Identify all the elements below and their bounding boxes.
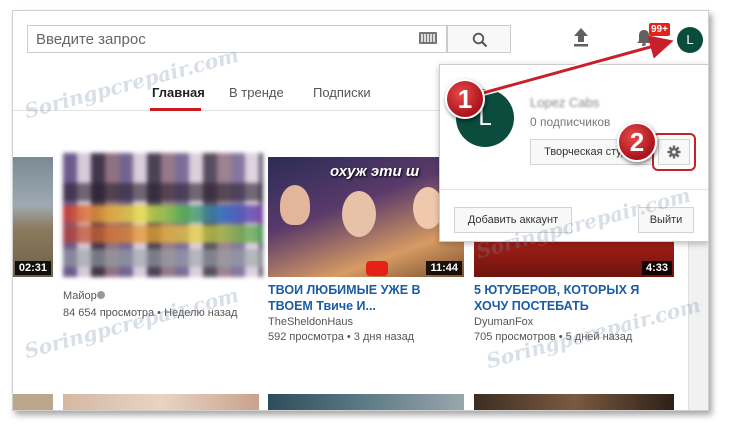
callout-arrow [482, 35, 674, 96]
video-channel[interactable]: DyumanFox [474, 316, 533, 328]
verified-icon [97, 291, 105, 299]
video-thumbnail[interactable] [63, 394, 259, 410]
video-thumbnail[interactable] [474, 394, 674, 410]
video-channel[interactable]: Майор [63, 290, 97, 302]
video-duration: 02:31 [14, 261, 51, 275]
video-thumbnail[interactable] [13, 394, 53, 410]
video-duration: 4:33 [641, 261, 672, 275]
video-channel[interactable]: TheSheldonHaus [268, 316, 353, 328]
callout-step-1: 1 [445, 79, 485, 119]
video-duration: 11:44 [426, 261, 462, 275]
browser-frame: Введите запрос 99+ L Главная В тренде По… [12, 10, 709, 411]
video-meta: 592 просмотра • 3 дня назад [268, 331, 415, 343]
video-thumbnail[interactable] [268, 394, 464, 410]
callout-step-2: 2 [617, 122, 657, 162]
play-logo-icon [366, 261, 388, 276]
video-title[interactable]: ТВОИ ЛЮБИМЫЕ УЖЕ В ТВОЕМ Твиче И... [268, 282, 468, 314]
